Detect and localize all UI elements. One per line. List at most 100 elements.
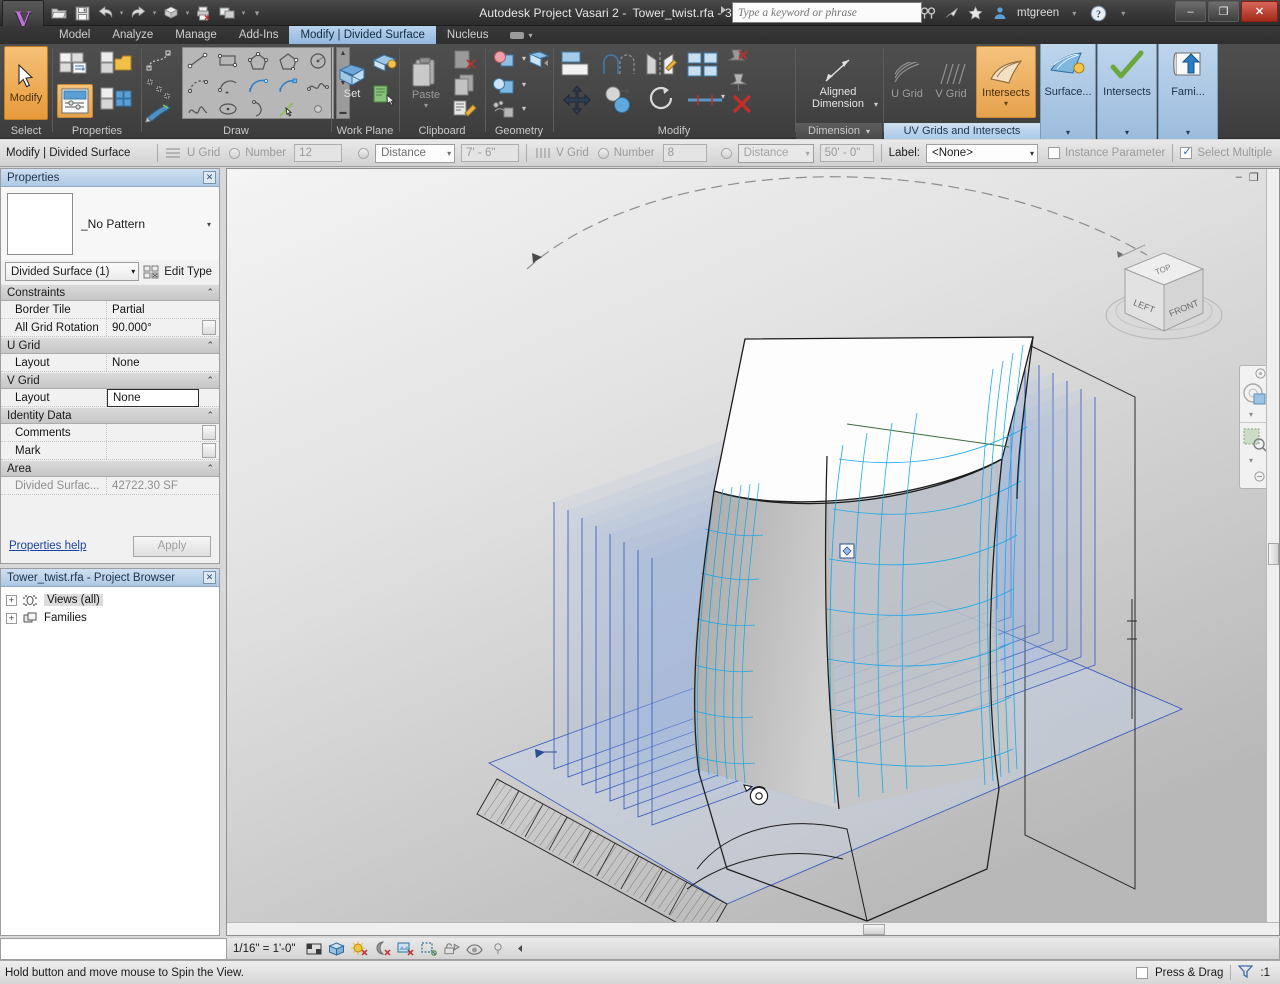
draw-spline-through-points-icon[interactable] — [183, 96, 213, 122]
offset-icon[interactable] — [600, 48, 638, 80]
v-grid-button[interactable]: V Grid — [930, 50, 972, 112]
scrollbar-thumb[interactable] — [1268, 543, 1279, 565]
v-distance-input[interactable]: 50' - 0" — [819, 144, 874, 162]
infocenter-arrow-icon[interactable] — [721, 6, 726, 14]
split-element-icon[interactable] — [684, 48, 722, 80]
set-work-plane-button[interactable]: Set — [334, 50, 370, 112]
properties-button[interactable] — [57, 84, 93, 118]
dimension-dropdown-icon[interactable]: ▾ — [874, 100, 878, 109]
rendering-dialog-icon[interactable] — [397, 940, 415, 957]
demolish-dropdown-icon[interactable]: ▾ — [522, 104, 526, 113]
modify-dropdown-icon[interactable]: ▾ — [721, 92, 725, 101]
tree-expander-icon[interactable]: + — [6, 612, 17, 624]
u-distance-dropdown[interactable]: Distance ▾ — [375, 143, 456, 163]
collapse-chevron-icon[interactable]: ⌃ — [206, 375, 214, 386]
family-types-button[interactable] — [97, 84, 135, 118]
edit-type-button[interactable]: Edit Type — [143, 264, 215, 279]
print-icon[interactable] — [193, 2, 215, 24]
instance-parameter-checkbox[interactable] — [1047, 147, 1060, 159]
draw-pick-lines-icon[interactable] — [273, 96, 303, 122]
subscription-center-icon[interactable] — [942, 4, 961, 23]
demolish-icon[interactable] — [488, 96, 522, 126]
redo-dropdown-icon[interactable]: ▾ — [150, 2, 159, 24]
surface-dropdown-icon[interactable]: ▾ — [1041, 128, 1095, 137]
search-box[interactable] — [732, 2, 922, 23]
detail-level-icon[interactable] — [305, 940, 322, 957]
mirror-pick-axis-icon[interactable] — [642, 48, 680, 80]
filter-icon[interactable] — [1237, 964, 1254, 981]
properties-help-link[interactable]: Properties help — [9, 540, 86, 552]
windows-dropdown-icon[interactable]: ▾ — [239, 2, 248, 24]
intersects2-dropdown-icon[interactable]: ▾ — [1098, 128, 1156, 137]
tree-node[interactable]: + Families — [6, 609, 219, 627]
restore-button[interactable]: ❐ — [1208, 1, 1239, 22]
project-browser-close-button[interactable]: ✕ — [203, 571, 216, 584]
draw-line-icon[interactable] — [183, 48, 213, 74]
pin-icon[interactable] — [724, 70, 754, 94]
property-group-header[interactable]: Identity Data ⌃ — [1, 407, 219, 424]
property-edit-button[interactable] — [202, 443, 216, 458]
align-icon[interactable] — [558, 48, 596, 80]
collapse-chevron-icon[interactable]: ⌃ — [206, 463, 214, 474]
property-value[interactable] — [107, 442, 202, 459]
property-edit-button[interactable] — [202, 320, 216, 335]
undo-icon[interactable] — [94, 2, 116, 24]
panel-dimension-expand-icon[interactable]: ▾ — [866, 127, 870, 136]
user-avatar-icon[interactable] — [990, 4, 1009, 23]
view-minimize-button[interactable]: – — [1236, 171, 1242, 184]
panel-dimension-title[interactable]: Dimension ▾ — [796, 123, 882, 139]
3d-viewport[interactable]: – ❐ ✕ TOP LEFT FRONT — [226, 168, 1280, 936]
tab-manage[interactable]: Manage — [164, 26, 228, 44]
paint-icon[interactable] — [526, 46, 552, 76]
rotate-icon[interactable] — [642, 84, 680, 116]
draw-inscribed-polygon-icon[interactable] — [243, 48, 273, 74]
v-distance-radio[interactable] — [720, 147, 732, 159]
tab-model[interactable]: Model — [48, 26, 101, 44]
properties-close-button[interactable]: ✕ — [203, 171, 216, 184]
open-icon[interactable] — [48, 2, 70, 24]
label-dropdown[interactable]: <None> ▾ — [925, 143, 1038, 163]
property-value[interactable]: None — [107, 389, 199, 407]
navigation-bar[interactable]: ▾ ▾ — [1239, 365, 1269, 489]
windows-arrange-icon[interactable] — [216, 2, 238, 24]
visual-style-icon[interactable] — [328, 940, 346, 957]
type-selector[interactable]: _No Pattern ▾ — [1, 187, 219, 260]
search-icon[interactable] — [918, 4, 937, 23]
aligned-dimension-button[interactable]: Aligned Dimension — [800, 48, 876, 118]
box-icon[interactable] — [160, 2, 182, 24]
apply-button[interactable]: Apply — [133, 535, 211, 557]
temporary-hide-isolate-icon[interactable] — [466, 940, 484, 957]
move-icon[interactable] — [558, 84, 596, 116]
view-cube[interactable]: TOP LEFT FRONT — [1089, 237, 1239, 357]
redo-icon[interactable] — [127, 2, 149, 24]
help-dropdown-icon[interactable]: ▾ — [1121, 9, 1125, 18]
select-multiple-checkbox[interactable] — [1180, 145, 1193, 159]
u-distance-radio[interactable] — [358, 147, 370, 159]
instance-selector[interactable]: Divided Surface (1) ▾ — [5, 262, 140, 281]
favorites-star-icon[interactable] — [966, 4, 985, 23]
modify-button[interactable]: Modify — [4, 46, 48, 120]
viewport-scrollbar-vertical[interactable] — [1266, 169, 1279, 935]
tab-nucleus[interactable]: Nucleus — [436, 26, 500, 44]
undo-dropdown-icon[interactable]: ▾ — [117, 2, 126, 24]
properties-palette-button[interactable] — [57, 48, 93, 82]
zoom-tool-icon[interactable] — [1243, 428, 1267, 455]
shadows-icon[interactable] — [374, 940, 392, 957]
u-number-radio[interactable] — [229, 147, 241, 159]
cut-dropdown-icon[interactable]: ▾ — [522, 80, 526, 89]
property-value[interactable]: None — [107, 354, 219, 371]
delete-icon[interactable] — [728, 92, 756, 116]
v-number-radio[interactable] — [597, 147, 609, 159]
view-control-overflow-icon[interactable] — [512, 940, 529, 957]
panel-surface[interactable]: Surface... ▾ — [1040, 44, 1096, 139]
draw-point-icon[interactable] — [303, 96, 333, 122]
viewer-work-plane-icon[interactable] — [370, 80, 400, 110]
family-dropdown-icon[interactable]: ▾ — [1159, 128, 1217, 137]
type-dropdown-icon[interactable]: ▾ — [207, 220, 213, 229]
panel-family[interactable]: Fami... ▾ — [1158, 44, 1218, 139]
draw-partial-ellipse-icon[interactable] — [243, 96, 273, 122]
reveal-hidden-elements-icon[interactable] — [489, 940, 506, 957]
tree-expander-icon[interactable]: + — [6, 594, 17, 606]
navbar-collapse-icon[interactable] — [1254, 471, 1265, 485]
u-grid-button[interactable]: U Grid — [886, 50, 928, 112]
